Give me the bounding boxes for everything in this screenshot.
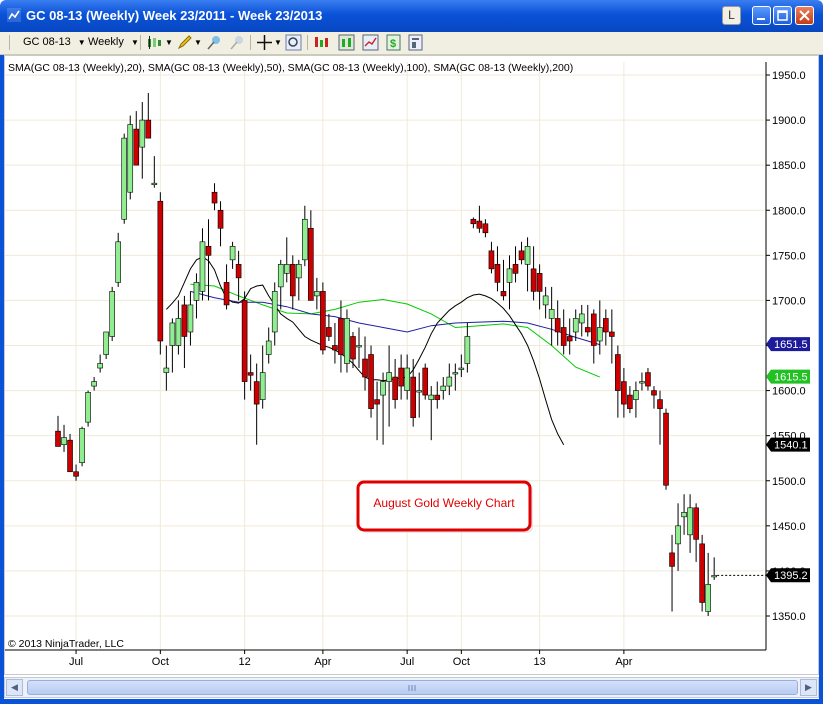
title-bar: GC 08-13 (Weekly) Week 23/2011 - Week 23… (0, 0, 823, 32)
scroll-thumb[interactable] (27, 680, 798, 695)
maximize-icon (777, 10, 788, 21)
scroll-right-button[interactable]: ▶ (800, 679, 817, 696)
instrument-selector[interactable]: GC 08-13 ▼ (23, 34, 86, 51)
zoom-icon[interactable] (285, 34, 302, 51)
crosshair-icon[interactable] (256, 34, 273, 51)
toolbar-grip (9, 35, 10, 50)
chevron-down-icon[interactable]: ▼ (194, 34, 202, 51)
pin-icon[interactable] (205, 34, 222, 51)
pencil-icon[interactable] (176, 34, 193, 51)
period-selector[interactable]: Weekly ▼ (88, 34, 139, 51)
toolbar-separator (250, 35, 251, 50)
properties-icon[interactable]: $ (385, 34, 402, 51)
minimize-button[interactable] (752, 6, 771, 25)
window-border-right (819, 32, 823, 704)
horizontal-scrollbar[interactable]: ◀ ▶ (4, 677, 819, 698)
chevron-down-icon[interactable]: ▼ (165, 34, 173, 51)
close-icon (799, 10, 810, 21)
pin-off-icon[interactable] (228, 34, 245, 51)
strategies-icon[interactable] (338, 34, 355, 51)
indicators-icon[interactable] (313, 34, 330, 51)
link-button[interactable]: L (722, 6, 741, 25)
template-icon[interactable] (407, 34, 424, 51)
minimize-icon (757, 18, 765, 20)
maximize-button[interactable] (773, 6, 792, 25)
chevron-down-icon: ▼ (77, 38, 86, 47)
data-series-icon[interactable] (362, 34, 379, 51)
chart-style-icon[interactable] (146, 34, 163, 51)
toolbar-separator (140, 35, 141, 50)
svg-text:$: $ (390, 38, 396, 50)
scroll-left-button[interactable]: ◀ (6, 679, 23, 696)
app-icon (7, 8, 21, 22)
chart-toolbar: GC 08-13 ▼ Weekly ▼ ▼ ▼ ▼ $ (0, 32, 823, 55)
window-border-bottom (0, 699, 823, 704)
toolbar-separator (307, 35, 308, 50)
period-label: Weekly (88, 36, 124, 48)
grip-icon (408, 685, 416, 691)
instrument-label: GC 08-13 (23, 36, 71, 48)
chevron-down-icon: ▼ (130, 38, 139, 47)
chevron-down-icon[interactable]: ▼ (274, 34, 282, 51)
window-title: GC 08-13 (Weekly) Week 23/2011 - Week 23… (26, 8, 323, 23)
chart-panel[interactable] (4, 55, 819, 675)
close-button[interactable] (795, 6, 814, 25)
